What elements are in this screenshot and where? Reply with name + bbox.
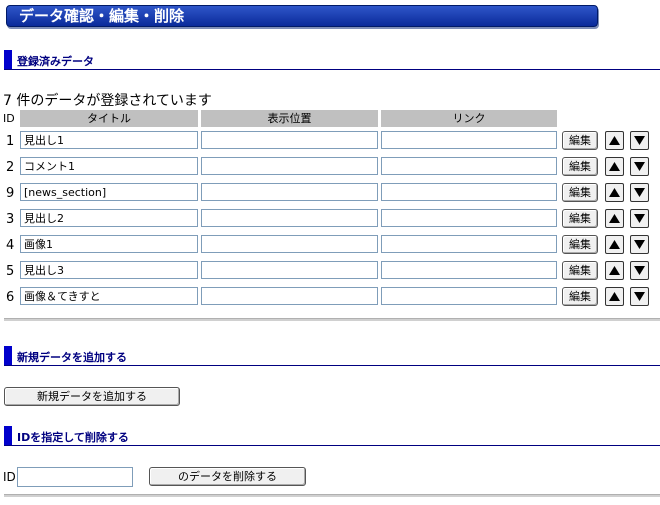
section-add-header: 新規データを追加する [4,346,660,366]
column-header-position: 表示位置 [201,110,378,127]
row-title-input[interactable]: 画像＆てきすと [20,287,198,305]
table-row: 2 コメント1 編集 [0,157,660,179]
row-id: 6 [6,290,15,305]
row-position-input[interactable] [201,157,378,175]
move-down-button[interactable] [630,183,649,202]
page-title: データ確認・編集・削除 [19,7,185,25]
move-up-button[interactable] [605,131,624,150]
table-row: 5 見出し3 編集 [0,261,660,283]
section-delete-header: IDを指定して削除する [4,426,660,446]
row-edit-button[interactable]: 編集 [562,183,598,202]
move-down-button[interactable] [630,261,649,280]
row-title-input[interactable]: 見出し2 [20,209,198,227]
delete-data-button[interactable]: のデータを削除する [149,467,306,486]
row-edit-button[interactable]: 編集 [562,209,598,228]
section-accent-bar [4,426,12,446]
row-position-input[interactable] [201,261,378,279]
section-add-title: 新規データを追加する [17,351,127,364]
section-underline [4,365,660,366]
delete-id-label: ID [3,470,16,484]
row-title-input[interactable]: 見出し1 [20,131,198,149]
delete-id-input[interactable] [17,467,133,487]
row-edit-button[interactable]: 編集 [562,287,598,306]
row-position-input[interactable] [201,235,378,253]
row-edit-button[interactable]: 編集 [562,157,598,176]
section-underline [4,445,660,446]
move-up-button[interactable] [605,287,624,306]
table-row: 3 見出し2 編集 [0,209,660,231]
row-link-input[interactable] [381,131,557,149]
table-row: 6 画像＆てきすと 編集 [0,287,660,309]
section-accent-bar [4,50,12,70]
move-up-button[interactable] [605,235,624,254]
section-underline [4,69,660,70]
window-title-bar: データ確認・編集・削除 [6,5,598,27]
row-link-input[interactable] [381,235,557,253]
row-position-input[interactable] [201,287,378,305]
row-title-input[interactable]: コメント1 [20,157,198,175]
row-edit-button[interactable]: 編集 [562,261,598,280]
section-registered-title: 登録済みデータ [17,55,94,68]
row-position-input[interactable] [201,209,378,227]
section-accent-bar [4,346,12,366]
row-id: 1 [6,134,15,149]
move-up-button[interactable] [605,157,624,176]
row-id: 4 [6,238,15,253]
move-down-button[interactable] [630,157,649,176]
divider [4,318,660,321]
move-up-button[interactable] [605,183,624,202]
row-edit-button[interactable]: 編集 [562,235,598,254]
row-id: 2 [6,160,15,175]
move-down-button[interactable] [630,287,649,306]
row-title-input[interactable]: 見出し3 [20,261,198,279]
section-registered-header: 登録済みデータ [4,50,660,70]
move-down-button[interactable] [630,209,649,228]
table-row: 4 画像1 編集 [0,235,660,257]
row-link-input[interactable] [381,183,557,201]
divider [4,494,660,497]
section-delete-title: IDを指定して削除する [17,431,129,444]
move-down-button[interactable] [630,131,649,150]
row-id: 5 [6,264,15,279]
row-link-input[interactable] [381,287,557,305]
row-link-input[interactable] [381,209,557,227]
row-position-input[interactable] [201,183,378,201]
move-up-button[interactable] [605,261,624,280]
row-title-input[interactable]: 画像1 [20,235,198,253]
table-row: 1 見出し1 編集 [0,131,660,153]
column-header-title: タイトル [20,110,198,127]
row-id: 9 [6,186,15,201]
record-count-text: 7 件のデータが登録されています [3,93,212,109]
row-id: 3 [6,212,15,227]
column-header-link: リンク [381,110,557,127]
row-title-input[interactable]: [news_section] [20,183,198,201]
row-link-input[interactable] [381,261,557,279]
row-position-input[interactable] [201,131,378,149]
row-link-input[interactable] [381,157,557,175]
column-header-id: ID [3,112,15,125]
row-edit-button[interactable]: 編集 [562,131,598,150]
add-data-button[interactable]: 新規データを追加する [4,387,180,406]
move-down-button[interactable] [630,235,649,254]
move-up-button[interactable] [605,209,624,228]
table-row: 9 [news_section] 編集 [0,183,660,205]
